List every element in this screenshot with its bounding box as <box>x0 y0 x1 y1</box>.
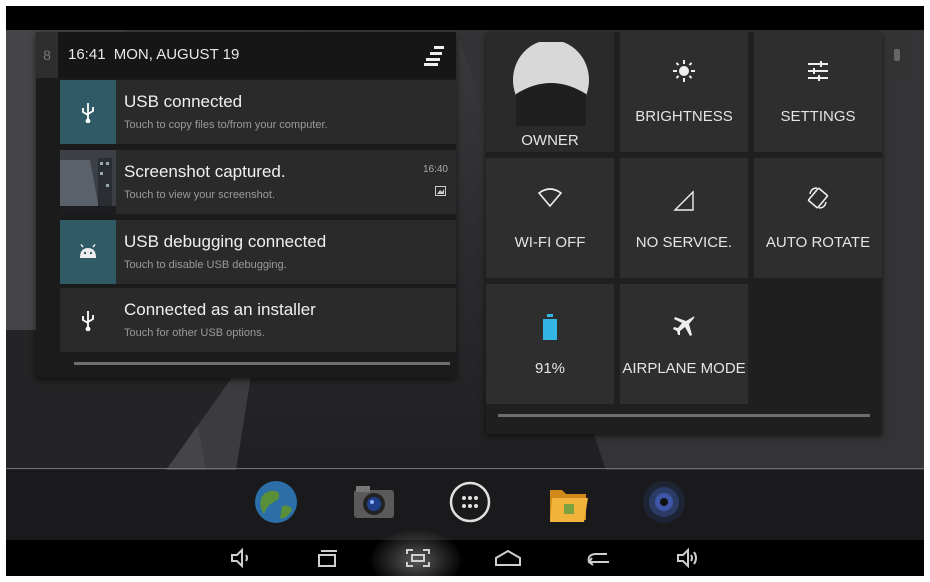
recent-apps-icon[interactable] <box>308 543 348 573</box>
back-icon[interactable] <box>578 543 618 573</box>
notification-subtitle: Touch to view your screenshot. <box>124 189 276 201</box>
notification-usb-connected[interactable]: USB connected Touch to copy files to/fro… <box>60 80 456 144</box>
left-edge-glyph: 8 <box>43 47 51 63</box>
browser-icon[interactable] <box>252 478 300 526</box>
volume-down-icon[interactable] <box>221 543 261 573</box>
usb-icon <box>60 288 116 352</box>
tile-airplane[interactable]: AIRPLANE MODE <box>620 284 748 404</box>
tile-settings[interactable]: SETTINGS <box>754 32 882 152</box>
notification-subtitle: Touch to copy files to/from your compute… <box>124 119 328 131</box>
all-apps-icon[interactable] <box>446 478 494 526</box>
clock-date: 16:41 MON, AUGUST 19 <box>68 46 239 63</box>
android-icon <box>60 220 116 284</box>
avatar <box>512 40 590 126</box>
usb-icon <box>60 80 116 144</box>
airplane-icon <box>672 314 696 343</box>
tile-label: BRIGHTNESS <box>635 108 733 125</box>
status-time: 16:41 <box>68 46 106 63</box>
dock <box>6 474 924 530</box>
tile-label: AIRPLANE MODE <box>622 360 746 377</box>
rotate-icon <box>807 186 829 215</box>
left-edge-tab: 8 <box>36 32 58 78</box>
tile-label: NO SERVICE. <box>635 234 733 251</box>
notification-screenshot[interactable]: Screenshot captured. Touch to view your … <box>60 150 456 214</box>
notification-panel: 8 16:41 MON, AUGUST 19 USB connected Tou… <box>36 32 456 378</box>
notification-title: USB debugging connected <box>124 232 327 251</box>
tile-owner[interactable]: OWNER <box>486 32 614 152</box>
clear-all-icon[interactable] <box>420 44 448 66</box>
right-edge-tab <box>886 32 908 78</box>
camera-icon[interactable] <box>350 478 398 526</box>
wifi-icon <box>537 188 563 213</box>
tile-label: OWNER <box>521 132 579 149</box>
home-icon[interactable] <box>488 543 528 573</box>
settings-sliders-icon <box>806 60 830 87</box>
notification-usb-debugging[interactable]: USB debugging connected Touch to disable… <box>60 220 456 284</box>
notification-header: 8 16:41 MON, AUGUST 19 <box>36 32 456 78</box>
notification-subtitle: Touch to disable USB debugging. <box>124 259 287 271</box>
notification-title: Screenshot captured. <box>124 162 286 181</box>
notification-title: USB connected <box>124 92 243 111</box>
status-date: MON, AUGUST 19 <box>113 46 240 63</box>
notification-title: Connected as an installer <box>124 300 316 319</box>
tile-battery[interactable]: 91% <box>486 284 614 404</box>
quick-settings-panel: OWNER BRIGHTNESS SETTINGS WI-FI OFF NO S… <box>486 32 882 434</box>
screenshot-icon[interactable] <box>398 543 438 573</box>
tile-label: SETTINGS <box>780 108 856 125</box>
screen: 8 16:41 MON, AUGUST 19 USB connected Tou… <box>6 6 924 576</box>
dock-divider <box>6 468 924 469</box>
tile-label: WI-FI OFF <box>514 234 586 251</box>
tile-brightness[interactable]: BRIGHTNESS <box>620 32 748 152</box>
music-icon[interactable] <box>640 478 688 526</box>
image-icon <box>435 183 446 196</box>
battery-icon <box>543 314 557 345</box>
notification-time: 16:40 <box>422 164 448 175</box>
notification-panel-handle[interactable] <box>74 362 450 365</box>
tile-auto-rotate[interactable]: AUTO ROTATE <box>754 158 882 278</box>
notification-installer[interactable]: Connected as an installer Touch for othe… <box>60 288 456 352</box>
volume-up-icon[interactable] <box>668 543 708 573</box>
tile-signal[interactable]: NO SERVICE. <box>620 158 748 278</box>
signal-icon <box>673 190 695 217</box>
tile-label: AUTO ROTATE <box>765 234 871 251</box>
brightness-icon <box>673 60 695 87</box>
quick-settings-handle[interactable] <box>498 414 870 417</box>
tile-wifi[interactable]: WI-FI OFF <box>486 158 614 278</box>
notification-subtitle: Touch for other USB options. <box>124 327 265 339</box>
tile-label: 91% <box>534 360 566 377</box>
screenshot-thumbnail <box>60 150 116 214</box>
navigation-bar <box>6 530 924 576</box>
file-manager-icon[interactable] <box>544 478 592 526</box>
